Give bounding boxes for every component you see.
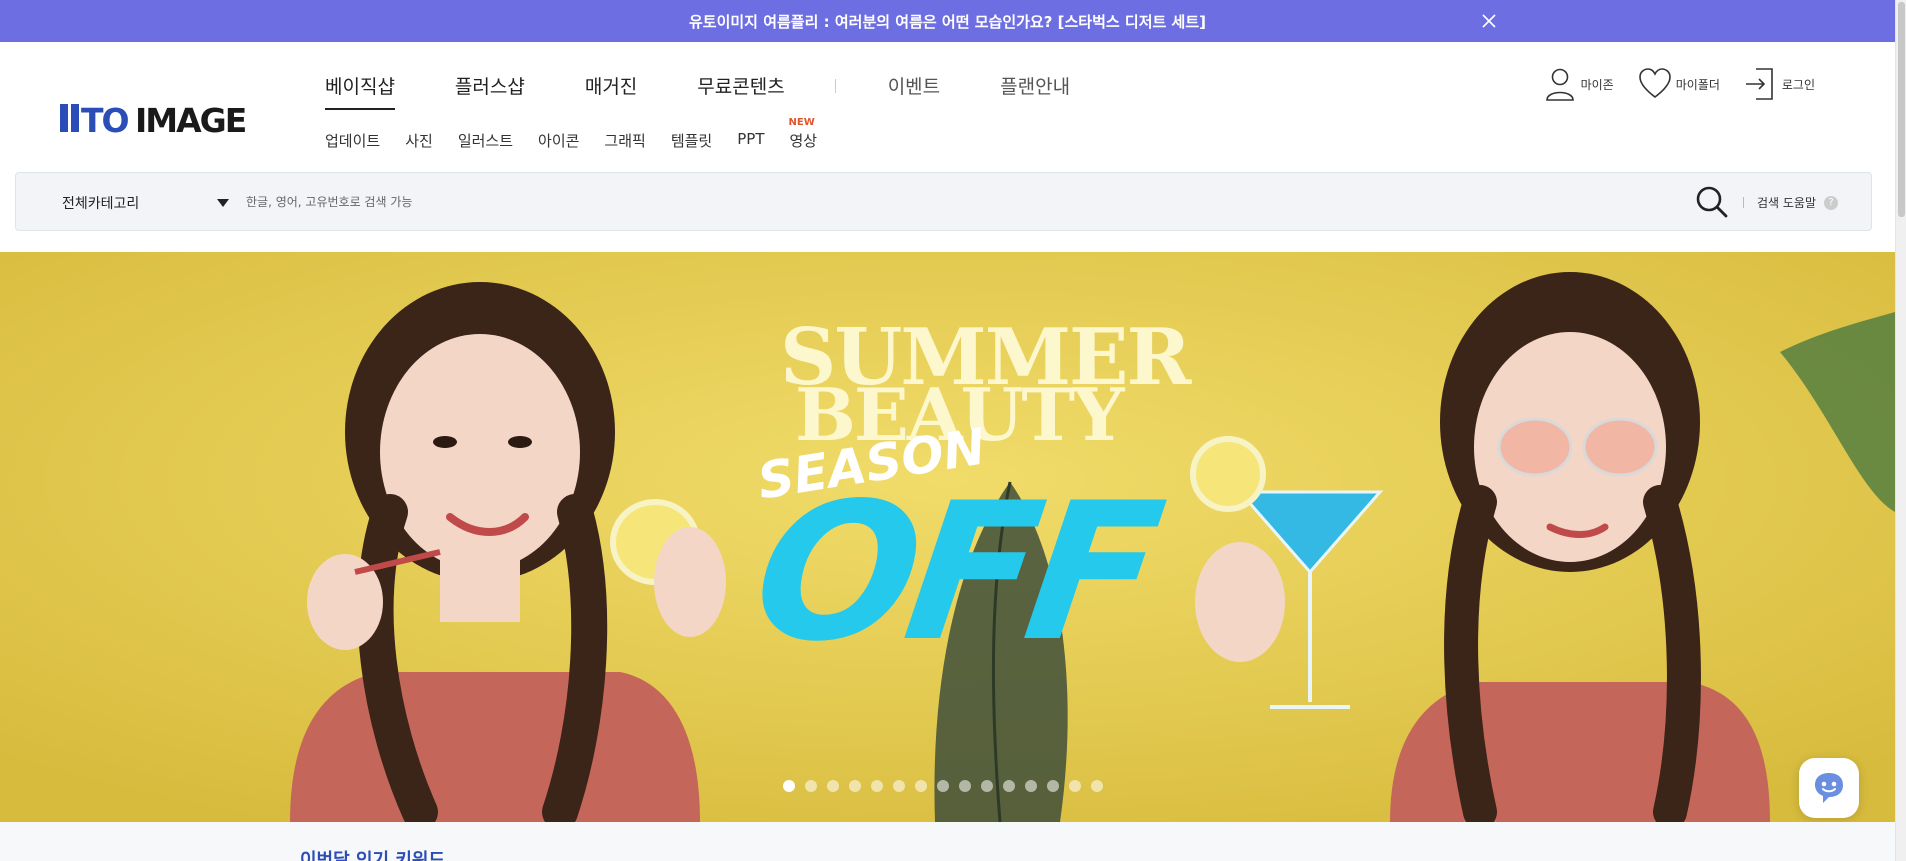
search-bar: 전체카테고리 검색 도움말 ? xyxy=(15,172,1872,231)
carousel-dot[interactable] xyxy=(915,780,927,792)
carousel-dot[interactable] xyxy=(1091,780,1103,792)
carousel-dot[interactable] xyxy=(805,780,817,792)
main-nav: 베이직샵 플러스샵 매거진 무료콘텐츠 이벤트 플랜안내 xyxy=(325,72,1130,110)
search-separator xyxy=(1743,197,1744,208)
subnav-ppt[interactable]: PPT xyxy=(737,130,764,150)
my-zone-link[interactable]: 마이존 xyxy=(1543,66,1614,102)
hero-banner[interactable]: SUMMER BEAUTY OFF SEASON xyxy=(0,252,1895,822)
carousel-dot[interactable] xyxy=(1069,780,1081,792)
utoimage-logo[interactable]: TO IMAGE xyxy=(60,102,262,134)
close-icon[interactable] xyxy=(1477,9,1501,33)
subnav-photo[interactable]: 사진 xyxy=(405,130,433,150)
search-help-label[interactable]: 검색 도움말 xyxy=(1757,194,1816,211)
nav-free-contents[interactable]: 무료콘텐츠 xyxy=(697,72,784,106)
my-folder-link[interactable]: 마이폴더 xyxy=(1638,66,1720,102)
category-select[interactable]: 전체카테고리 xyxy=(62,193,232,213)
subnav-illust[interactable]: 일러스트 xyxy=(458,130,513,150)
chat-bot-icon[interactable] xyxy=(1811,770,1847,806)
new-badge: NEW xyxy=(788,117,815,128)
sub-nav: 업데이트 사진 일러스트 아이콘 그래픽 템플릿 PPT NEW 영상 xyxy=(325,117,842,150)
nav-plan[interactable]: 플랜안내 xyxy=(1000,72,1070,106)
site-logo[interactable]: TO IMAGE xyxy=(60,102,262,134)
carousel-dot[interactable] xyxy=(981,780,993,792)
subnav-video-label[interactable]: 영상 xyxy=(790,132,818,150)
carousel-dot[interactable] xyxy=(893,780,905,792)
subnav-icon[interactable]: 아이콘 xyxy=(538,130,579,150)
carousel-dot[interactable] xyxy=(849,780,861,792)
notice-text[interactable]: 유토이미지 여름플리 : 여러분의 여름은 어떤 모습인가요? [스타벅스 디저… xyxy=(689,11,1206,32)
subnav-video[interactable]: NEW 영상 xyxy=(789,117,818,150)
login-label[interactable]: 로그인 xyxy=(1782,76,1815,93)
search-help-link[interactable]: 검색 도움말 ? xyxy=(1757,194,1839,211)
subnav-update[interactable]: 업데이트 xyxy=(325,130,380,150)
nav-divider xyxy=(834,79,836,93)
user-menu: 마이존 마이폴더 로그인 xyxy=(1519,66,1815,102)
carousel-dot[interactable] xyxy=(937,780,949,792)
subnav-template[interactable]: 템플릿 xyxy=(671,130,712,150)
nav-basic-shop[interactable]: 베이직샵 xyxy=(325,72,395,110)
nav-plus-shop[interactable]: 플러스샵 xyxy=(455,72,525,106)
notice-bar[interactable]: 유토이미지 여름플리 : 여러분의 여름은 어떤 모습인가요? [스타벅스 디저… xyxy=(0,0,1895,42)
carousel-dot[interactable] xyxy=(871,780,883,792)
my-zone-label[interactable]: 마이존 xyxy=(1581,76,1614,93)
section-peek: 이번달 인기 키워드 xyxy=(0,822,1895,861)
carousel-dot[interactable] xyxy=(959,780,971,792)
category-label[interactable]: 전체카테고리 xyxy=(62,196,139,212)
search-button[interactable] xyxy=(1695,185,1729,219)
login-link[interactable]: 로그인 xyxy=(1744,66,1815,102)
carousel-pagination xyxy=(783,780,1113,792)
svg-text:TO: TO xyxy=(81,102,129,134)
my-folder-label[interactable]: 마이폴더 xyxy=(1676,76,1720,93)
section-title-peek: 이번달 인기 키워드 xyxy=(300,850,446,861)
heart-icon xyxy=(1638,68,1671,99)
carousel-dot[interactable] xyxy=(783,780,795,792)
chat-widget-button[interactable] xyxy=(1799,758,1859,818)
subnav-graphic[interactable]: 그래픽 xyxy=(604,130,645,150)
nav-magazine[interactable]: 매거진 xyxy=(585,72,637,106)
carousel-dot[interactable] xyxy=(827,780,839,792)
user-icon xyxy=(1545,68,1574,101)
question-icon[interactable]: ? xyxy=(1824,195,1839,210)
scrollbar-thumb[interactable] xyxy=(1898,2,1905,217)
carousel-dot[interactable] xyxy=(1047,780,1059,792)
caret-down-icon[interactable] xyxy=(217,199,229,207)
search-input[interactable] xyxy=(246,187,1646,217)
carousel-dot[interactable] xyxy=(1025,780,1037,792)
nav-event[interactable]: 이벤트 xyxy=(888,72,940,106)
login-icon xyxy=(1745,68,1773,100)
page-scrollbar[interactable] xyxy=(1895,0,1906,861)
svg-text:IMAGE: IMAGE xyxy=(135,102,246,134)
header: TO IMAGE 베이직샵 플러스샵 매거진 무료콘텐츠 이벤트 플랜안내 업데… xyxy=(0,42,1895,172)
carousel-dot[interactable] xyxy=(1003,780,1015,792)
search-icon[interactable] xyxy=(1695,185,1729,219)
